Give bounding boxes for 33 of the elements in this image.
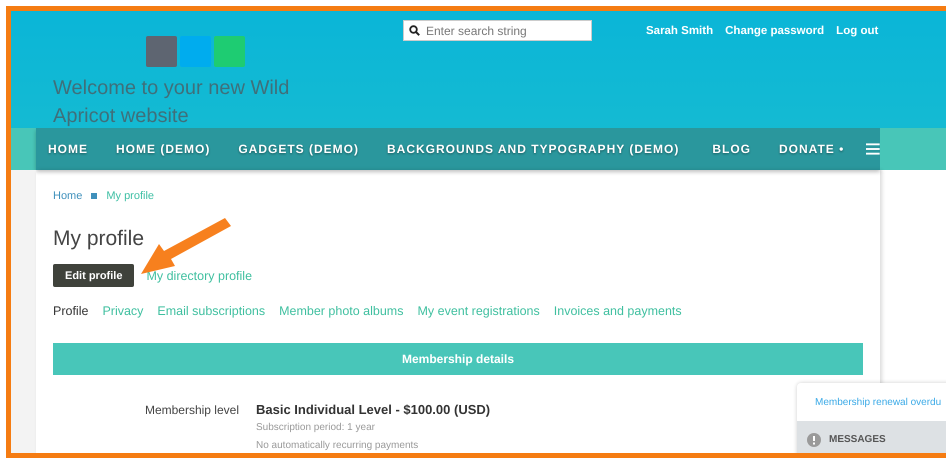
alert-icon: [807, 432, 821, 446]
profile-tab[interactable]: Member photo albums: [279, 304, 404, 318]
field-label: Membership level: [144, 402, 240, 419]
profile-tab[interactable]: Email subscriptions: [157, 304, 266, 318]
breadcrumb-link[interactable]: Home: [53, 190, 82, 202]
user-link[interactable]: Change password: [725, 25, 824, 39]
logo-squares-icon: [146, 36, 245, 67]
nav-item[interactable]: BACKGROUNDS AND TYPOGRAPHY (DEMO): [387, 142, 680, 156]
profile-tab[interactable]: My event registrations: [417, 304, 540, 318]
edit-profile-button[interactable]: Edit profile: [53, 264, 134, 287]
search-field[interactable]: Enter search string: [403, 20, 592, 41]
page-title: My profile: [53, 226, 146, 252]
breadcrumb-separator-icon: [91, 193, 98, 199]
breadcrumb-link[interactable]: My profile: [106, 190, 154, 202]
nav-item[interactable]: DONATE •: [779, 142, 844, 156]
field-note: No automatically recurring payments: [256, 439, 420, 453]
site-title: Welcome to your new Wild Apricot website: [53, 76, 290, 129]
section-header: Membership details: [53, 343, 863, 375]
user-link[interactable]: Log out: [836, 25, 878, 39]
profile-tab[interactable]: Privacy: [102, 304, 144, 318]
notice-link[interactable]: Membership renewal overdu: [797, 383, 946, 421]
nav-item[interactable]: HOME (DEMO): [116, 142, 210, 156]
profile-tab[interactable]: Profile: [53, 304, 88, 318]
directory-profile-link[interactable]: My directory profile: [146, 268, 252, 282]
nav-item[interactable]: GADGETS (DEMO): [238, 142, 359, 156]
profile-tab[interactable]: Invoices and payments: [554, 304, 682, 318]
nav-item[interactable]: HOME: [48, 142, 88, 156]
nav-item[interactable]: BLOG: [712, 142, 752, 156]
user-link[interactable]: Sarah Smith: [646, 25, 714, 39]
field-value: Basic Individual Level - $100.00 (USD): [256, 401, 490, 419]
messages-header[interactable]: MESSAGES: [797, 421, 946, 453]
field-note: Subscription period: 1 year: [256, 421, 376, 435]
messages-title: MESSAGES: [829, 434, 886, 445]
